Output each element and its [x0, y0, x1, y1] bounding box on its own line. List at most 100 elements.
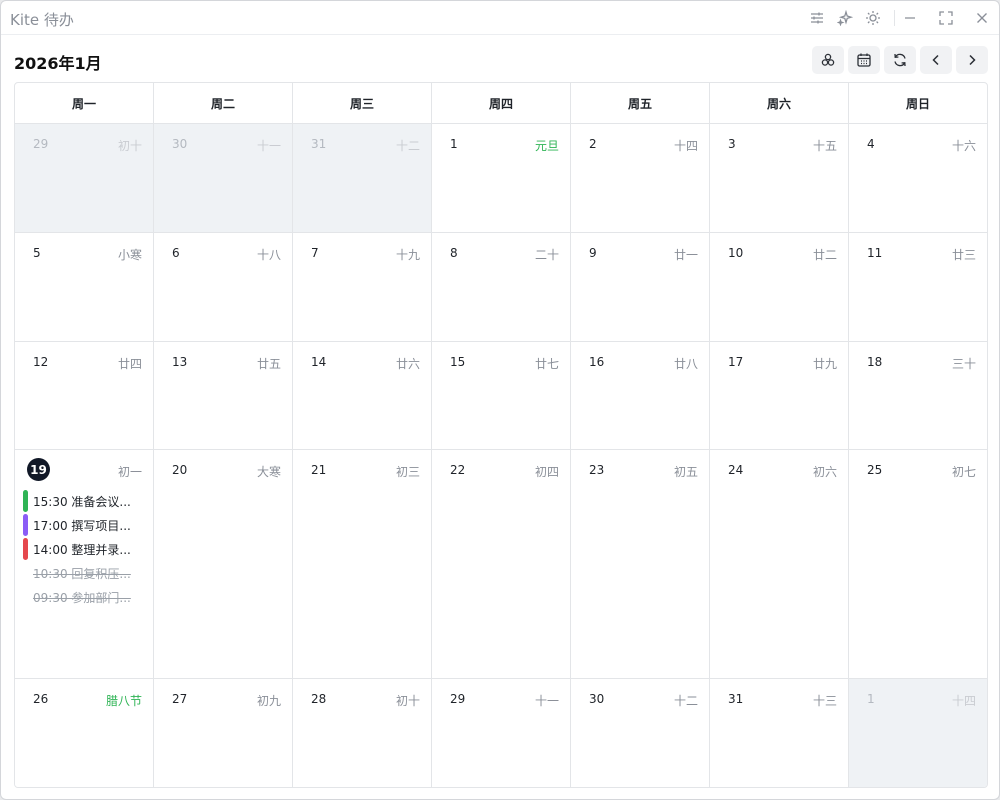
lunar-date: 十九 [395, 248, 420, 262]
day-cell[interactable]: 30 十一 [154, 124, 293, 233]
day-cell[interactable]: 29 十一 [432, 679, 571, 787]
day-cell[interactable]: 1 元旦 [432, 124, 571, 233]
day-number: 4 [867, 137, 875, 151]
task-color-marker [23, 562, 28, 584]
day-number: 1 [450, 137, 458, 151]
weekday-label: 周日 [905, 96, 930, 111]
day-cell[interactable]: 2 十四 [571, 124, 710, 233]
day-cell[interactable]: 31 十二 [293, 124, 432, 233]
weekday-label: 周四 [432, 83, 571, 123]
calendar-icon [857, 53, 871, 67]
day-cell[interactable]: 12 廿四 [15, 342, 154, 450]
day-cell[interactable]: 6 十八 [154, 233, 293, 342]
day-number: 15 [450, 355, 466, 369]
day-number: 30 [589, 692, 605, 706]
sliders-icon[interactable] [807, 8, 827, 28]
day-number: 29 [450, 692, 466, 706]
lunar-date: 廿一 [673, 248, 698, 262]
lunar-date: 初九 [256, 694, 281, 708]
day-number: 31 [728, 692, 744, 706]
lunar-date: 十一 [534, 694, 559, 708]
minimize-icon[interactable] [900, 8, 920, 28]
sparkle-icon[interactable] [835, 8, 855, 28]
sun-icon[interactable] [863, 8, 883, 28]
task-item[interactable]: 15:30 准备会议... [23, 490, 149, 512]
completed-task-item[interactable]: 10:30 回复积压... [23, 562, 149, 584]
day-cell[interactable]: 11 廿三 [849, 233, 987, 342]
task-item[interactable]: 17:00 撰写项目... [23, 514, 149, 536]
lunar-date: 廿五 [256, 357, 281, 371]
day-cell[interactable]: 20 大寒 [154, 450, 293, 679]
month-calendar: 周一 周二 周三 周四 周五 周六 周日 29 初十 30 十一 31 十二 1 元旦 2 十四 3 十五 4 十六 5… [14, 82, 988, 788]
day-cell[interactable]: 31 十三 [710, 679, 849, 787]
lunar-date: 初一 [117, 465, 142, 479]
weekday-label: 周六 [710, 83, 849, 123]
task-text: 10:30 回复积压... [33, 566, 131, 581]
categories-button[interactable] [812, 46, 844, 74]
lunar-date: 廿七 [534, 357, 559, 371]
task-color-marker [23, 538, 28, 560]
day-number: 31 [311, 137, 327, 151]
day-cell[interactable]: 5 小寒 [15, 233, 154, 342]
lunar-date: 十五 [812, 139, 837, 153]
day-cell[interactable]: 18 三十 [849, 342, 987, 450]
day-cell[interactable]: 29 初十 [15, 124, 154, 233]
day-cell[interactable]: 30 十二 [571, 679, 710, 787]
lunar-date: 十二 [395, 139, 420, 153]
day-cell[interactable]: 8 二十 [432, 233, 571, 342]
task-color-marker [23, 586, 28, 608]
day-cell[interactable]: 10 廿二 [710, 233, 849, 342]
next-month-button[interactable] [956, 46, 988, 74]
day-cell[interactable]: 28 初十 [293, 679, 432, 787]
completed-task-item[interactable]: 09:30 参加部门... [23, 586, 149, 608]
day-number: 7 [311, 246, 319, 260]
layers-icon [821, 53, 835, 66]
day-number: 25 [867, 463, 883, 477]
festival-label: 元旦 [534, 139, 559, 153]
day-cell[interactable]: 3 十五 [710, 124, 849, 233]
maximize-icon[interactable] [936, 8, 956, 28]
title-bar[interactable]: Kite 待办 [1, 1, 999, 35]
lunar-date: 初三 [395, 465, 420, 479]
day-cell[interactable]: 23 初五 [571, 450, 710, 679]
refresh-button[interactable] [884, 46, 916, 74]
day-cell[interactable]: 26 腊八节 [15, 679, 154, 787]
day-number: 11 [867, 246, 883, 260]
calendar-grid: 29 初十 30 十一 31 十二 1 元旦 2 十四 3 十五 4 十六 5 小寒 6 十八 7 十九 8 二十 9 廿一 1… [15, 124, 987, 787]
lunar-date: 初十 [117, 139, 142, 153]
day-cell[interactable]: 19 初一 15:30 准备会议... 17:00 撰写项目... 14:00 整理并录… [15, 450, 154, 679]
day-cell[interactable]: 14 廿六 [293, 342, 432, 450]
day-cell[interactable]: 17 廿九 [710, 342, 849, 450]
day-cell[interactable]: 13 廿五 [154, 342, 293, 450]
day-cell[interactable]: 16 廿八 [571, 342, 710, 450]
day-number: 26 [33, 692, 49, 706]
task-text: 14:00 整理并录... [33, 542, 131, 557]
day-cell[interactable]: 24 初六 [710, 450, 849, 679]
chevron-right-icon [969, 54, 976, 66]
day-cell[interactable]: 22 初四 [432, 450, 571, 679]
weekday-label: 周三 [293, 83, 432, 123]
titlebar-divider [894, 10, 895, 26]
task-item[interactable]: 14:00 整理并录... [23, 538, 149, 560]
prev-month-button[interactable] [920, 46, 952, 74]
day-cell[interactable]: 4 十六 [849, 124, 987, 233]
lunar-date: 初十 [395, 694, 420, 708]
day-cell[interactable]: 27 初九 [154, 679, 293, 787]
day-cell[interactable]: 25 初七 [849, 450, 987, 679]
lunar-date: 廿九 [812, 357, 837, 371]
lunar-date: 廿二 [812, 248, 837, 262]
festival-label: 腊八节 [105, 694, 142, 708]
lunar-date: 小寒 [117, 248, 142, 262]
day-cell[interactable]: 15 廿七 [432, 342, 571, 450]
day-number: 3 [728, 137, 736, 151]
close-icon[interactable] [972, 8, 992, 28]
calendar-button[interactable] [848, 46, 880, 74]
day-cell[interactable]: 7 十九 [293, 233, 432, 342]
day-number: 17 [728, 355, 744, 369]
day-cell[interactable]: 21 初三 [293, 450, 432, 679]
month-title: 2026年1月 [14, 54, 102, 73]
day-number: 16 [589, 355, 605, 369]
day-cell[interactable]: 9 廿一 [571, 233, 710, 342]
lunar-date: 十四 [951, 694, 976, 708]
day-cell[interactable]: 1 十四 [849, 679, 987, 787]
